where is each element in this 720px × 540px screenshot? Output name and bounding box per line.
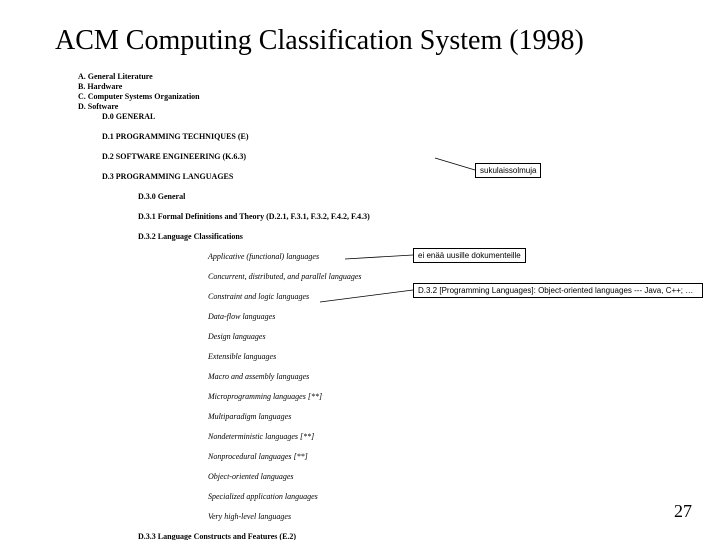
lang-class-11: Nonprocedural languages [**] [78,452,370,462]
lang-class-14: Very high-level languages [78,512,370,522]
lang-class-6: Extensible languages [78,352,370,362]
node-d30: D.3.0 General [78,192,370,202]
lang-class-5: Design languages [78,332,370,342]
lang-class-2: Concurrent, distributed, and parallel la… [78,272,370,282]
slide: ACM Computing Classification System (199… [0,0,720,540]
classification-tree: A. General Literature B. Hardware C. Com… [78,62,370,540]
lang-class-10: Nondeterministic languages [**] [78,432,370,442]
node-d32: D.3.2 Language Classifications [78,232,370,242]
lang-class-7: Macro and assembly languages [78,372,370,382]
node-d1: D.1 PROGRAMMING TECHNIQUES (E) [78,132,370,142]
node-d2: D.2 SOFTWARE ENGINEERING (K.6.3) [78,152,370,162]
node-b: B. Hardware [78,82,122,91]
node-c: C. Computer Systems Organization [78,92,200,101]
node-d0: D.0 GENERAL [78,112,370,122]
lang-class-3: Constraint and logic languages [78,292,370,302]
annotation-example: D.3.2 [Programming Languages]: Object-or… [413,283,703,298]
page-number: 27 [674,501,692,522]
lang-class-1: Applicative (functional) languages [78,252,370,262]
lang-class-12: Object-oriented languages [78,472,370,482]
node-d3: D.3 PROGRAMMING LANGUAGES [78,172,370,182]
lang-class-8: Microprogramming languages [**] [78,392,370,402]
node-a: A. General Literature [78,72,153,81]
node-d33: D.3.3 Language Constructs and Features (… [78,532,370,540]
annotation-relatives: sukulaissolmuja [475,163,541,178]
page-title: ACM Computing Classification System (199… [55,25,584,57]
lang-class-13: Specialized application languages [78,492,370,502]
annotation-deprecated: ei enää uusille dokumenteille [413,248,526,263]
node-d: D. Software [78,102,118,111]
lang-class-9: Multiparadigm languages [78,412,370,422]
node-d31: D.3.1 Formal Definitions and Theory (D.2… [78,212,370,222]
lang-class-4: Data-flow languages [78,312,370,322]
